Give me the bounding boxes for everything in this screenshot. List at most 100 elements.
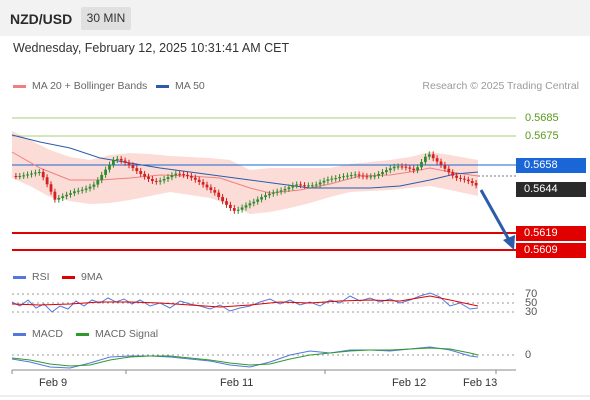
candle-body (205, 184, 209, 188)
candle-body (427, 154, 431, 157)
candle-body (451, 172, 455, 176)
candle-body (404, 166, 408, 168)
legend-rsi-ma-label: 9MA (81, 271, 103, 283)
candle-body (100, 174, 104, 181)
candle-body (49, 184, 53, 192)
candle-body (232, 208, 236, 211)
price-chart[interactable] (0, 0, 590, 400)
candle-body (170, 175, 174, 178)
candle-body (264, 195, 267, 198)
candle-body (431, 154, 435, 159)
candle-body (22, 175, 26, 177)
candle-body (73, 191, 76, 194)
candle-body (396, 166, 400, 168)
x-label-feb13: Feb 13 (463, 377, 498, 389)
candle-body (96, 180, 100, 185)
candle-body (213, 190, 217, 193)
candle-body (400, 166, 404, 168)
rsi-ma-swatch (62, 275, 75, 279)
candle-body (151, 179, 154, 181)
candle-body (147, 176, 150, 180)
candle-body (115, 158, 119, 160)
candle-body (162, 178, 166, 181)
candle-body (303, 185, 306, 187)
candle-body (143, 173, 146, 177)
candle-body (310, 185, 314, 187)
candle-body (174, 173, 178, 176)
support2-tag: 0.5609 (516, 243, 586, 258)
legend-rsi-label: RSI (32, 271, 50, 283)
candle-body (123, 160, 127, 163)
candle-body (307, 185, 310, 187)
candle-body (37, 171, 41, 173)
candle-body (474, 182, 478, 186)
candle-body (154, 180, 158, 182)
candle-body (166, 177, 170, 179)
candle-body (388, 168, 392, 171)
candle-body (439, 161, 443, 165)
candle-body (53, 191, 57, 200)
candle-body (365, 176, 369, 178)
candle-body (34, 172, 37, 174)
resistance2-label: 0.5685 (525, 112, 559, 124)
candle-body (381, 172, 384, 175)
candle-body (349, 175, 353, 177)
candle-body (131, 165, 135, 169)
candle-body (291, 185, 295, 188)
candle-body (104, 169, 107, 175)
rsi-swatch (13, 275, 26, 279)
legend-macd-label: MACD (32, 328, 63, 340)
candle-body (186, 174, 189, 177)
candle-body (26, 174, 29, 176)
candle-body (326, 179, 330, 181)
candle-body (244, 205, 248, 208)
macd-signal-line (11, 347, 479, 367)
candle-body (455, 175, 458, 178)
candle-body (108, 164, 111, 170)
candle-body (260, 197, 263, 200)
candle-body (240, 207, 244, 210)
candle-body (346, 175, 349, 177)
candle-body (84, 188, 88, 190)
candle-body (30, 173, 33, 175)
legend-rsi-ma: 9MA (62, 271, 103, 283)
legend-rsi: RSI (13, 271, 50, 283)
candle-body (61, 196, 65, 198)
candle-body (76, 190, 80, 192)
macd-zero-label: 0 (525, 349, 532, 361)
candle-body (92, 184, 96, 187)
candle-body (322, 180, 326, 183)
candle-body (385, 170, 388, 173)
candle-body (57, 197, 61, 200)
candle-body (41, 171, 45, 178)
legend-macd: MACD (13, 328, 63, 340)
candle-body (190, 176, 193, 178)
candle-body (182, 174, 185, 176)
candle-body (470, 181, 474, 183)
candle-body (178, 173, 182, 175)
candle-body (135, 168, 139, 172)
legend-macd-signal: MACD Signal (76, 328, 158, 340)
candle-body (443, 164, 447, 169)
candle-body (69, 193, 72, 195)
candle-body (80, 189, 84, 191)
candle-body (408, 167, 412, 169)
candle-body (65, 194, 68, 197)
candle-body (197, 179, 201, 183)
x-label-feb11: Feb 11 (220, 377, 254, 389)
candle-body (338, 177, 341, 179)
candle-body (158, 180, 162, 182)
candle-body (466, 179, 470, 182)
resistance1-label: 0.5675 (525, 130, 559, 142)
candle-body (353, 174, 357, 176)
candle-body (299, 184, 302, 186)
candle-body (447, 168, 451, 173)
candle-body (420, 162, 423, 168)
candle-body (279, 190, 283, 192)
candle-body (459, 177, 462, 179)
legend-macd-signal-label: MACD Signal (95, 328, 159, 340)
macd-swatch (13, 332, 26, 336)
candle-body (127, 162, 131, 166)
candle-body (369, 176, 373, 178)
candle-body (275, 191, 279, 193)
